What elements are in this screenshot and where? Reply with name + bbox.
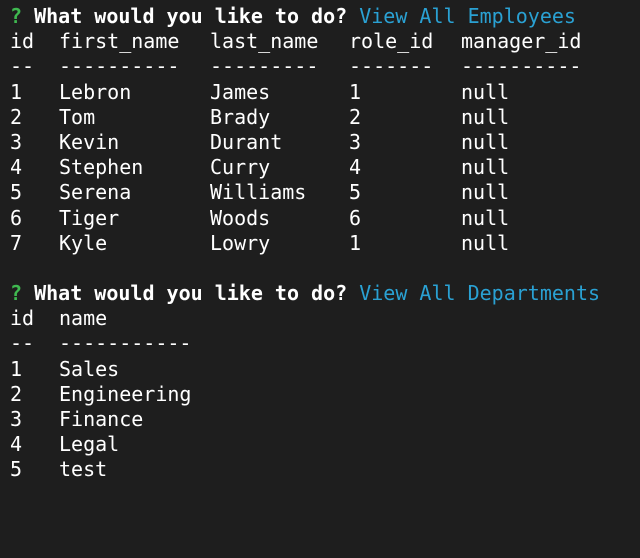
cell-first-name: Kyle (59, 230, 108, 255)
cell-first-name: Tiger (59, 205, 120, 230)
cell-manager-id: null (461, 104, 510, 129)
cell-id: 3 (10, 407, 23, 431)
column-header-id: id (10, 29, 35, 54)
table-row: 1 Sales (10, 357, 635, 382)
cell-role-id: 2 (349, 104, 362, 129)
cell-first-name: Kevin (59, 129, 120, 154)
table-row: 1 Lebron James 1 null (10, 80, 635, 105)
departments-separator-row: -- ----------- (10, 331, 635, 356)
table-row: 4 Stephen Curry 4 null (10, 155, 635, 180)
table-row: 5 test (10, 457, 635, 482)
cell-last-name: Curry (210, 155, 271, 180)
column-header-last-name: last_name (210, 29, 319, 54)
employees-prompt-line: ? What would you like to do? View All Em… (10, 4, 635, 29)
prompt-question: What would you like to do? (34, 4, 348, 28)
separator: --------- (210, 54, 319, 79)
column-header-first-name: first_name (59, 29, 180, 54)
cell-role-id: 6 (349, 205, 362, 230)
cell-last-name: Lowry (210, 230, 271, 255)
table-row: 3 Finance (10, 407, 635, 432)
cell-id: 5 (10, 180, 23, 205)
cell-role-id: 4 (349, 155, 362, 180)
cell-last-name: Brady (210, 104, 271, 129)
departments-header-row: id name (10, 306, 635, 331)
cell-manager-id: null (461, 79, 510, 104)
cell-name: Legal (59, 432, 120, 457)
separator: -- (10, 331, 35, 356)
cell-id: 3 (10, 129, 23, 154)
cell-name: Finance (59, 407, 144, 431)
column-header-role-id: role_id (349, 29, 434, 54)
cell-id: 5 (10, 457, 23, 482)
terminal-output: ? What would you like to do? View All Em… (10, 4, 635, 483)
cell-role-id: 1 (349, 230, 362, 255)
table-row: 2 Engineering (10, 382, 635, 407)
column-header-name: name (59, 306, 108, 331)
cell-manager-id: null (461, 155, 510, 180)
table-row: 6 Tiger Woods 6 null (10, 206, 635, 231)
cell-last-name: Williams (210, 180, 307, 205)
cell-last-name: Woods (210, 205, 271, 230)
separator: ---------- (461, 54, 582, 79)
cell-id: 6 (10, 205, 23, 230)
cell-name: test (59, 457, 108, 482)
cell-name: Engineering (59, 381, 192, 406)
cell-id: 4 (10, 432, 23, 457)
employees-separator-row: -- ---------- --------- ------- --------… (10, 54, 635, 79)
table-row: 2 Tom Brady 2 null (10, 105, 635, 130)
cell-id: 1 (10, 356, 23, 381)
cell-last-name: Durant (210, 129, 283, 154)
separator: ----------- (59, 331, 192, 356)
cell-role-id: 3 (349, 129, 362, 154)
cell-last-name: James (210, 79, 271, 104)
cell-manager-id: null (461, 129, 510, 154)
separator: -- (10, 54, 35, 79)
prompt-marker: ? (10, 4, 23, 28)
cell-id: 2 (10, 104, 23, 129)
table-row: 5 Serena Williams 5 null (10, 180, 635, 205)
cell-id: 1 (10, 79, 23, 104)
column-header-manager-id: manager_id (461, 29, 582, 54)
cell-manager-id: null (461, 230, 510, 255)
cell-role-id: 1 (349, 79, 362, 104)
cell-first-name: Lebron (59, 79, 132, 104)
cell-id: 4 (10, 155, 23, 180)
prompt-answer: View All Departments (359, 281, 601, 306)
cell-first-name: Tom (59, 104, 96, 129)
prompt-question: What would you like to do? (34, 281, 348, 306)
table-row: 7 Kyle Lowry 1 null (10, 231, 635, 256)
cell-role-id: 5 (349, 180, 362, 205)
table-row: 3 Kevin Durant 3 null (10, 130, 635, 155)
cell-manager-id: null (461, 205, 510, 230)
column-header-id: id (10, 306, 35, 331)
employees-header-row: id first_name last_name role_id manager_… (10, 29, 635, 54)
separator: ------- (349, 54, 434, 79)
prompt-answer: View All Employees (359, 4, 576, 28)
cell-first-name: Serena (59, 180, 132, 205)
departments-prompt-line: ? What would you like to do? View All De… (10, 281, 635, 306)
cell-name: Sales (59, 356, 120, 381)
cell-manager-id: null (461, 180, 510, 205)
separator: ---------- (59, 54, 180, 79)
cell-first-name: Stephen (59, 155, 144, 180)
cell-id: 2 (10, 381, 23, 406)
prompt-marker: ? (10, 281, 23, 306)
table-row: 4 Legal (10, 432, 635, 457)
cell-id: 7 (10, 230, 23, 255)
